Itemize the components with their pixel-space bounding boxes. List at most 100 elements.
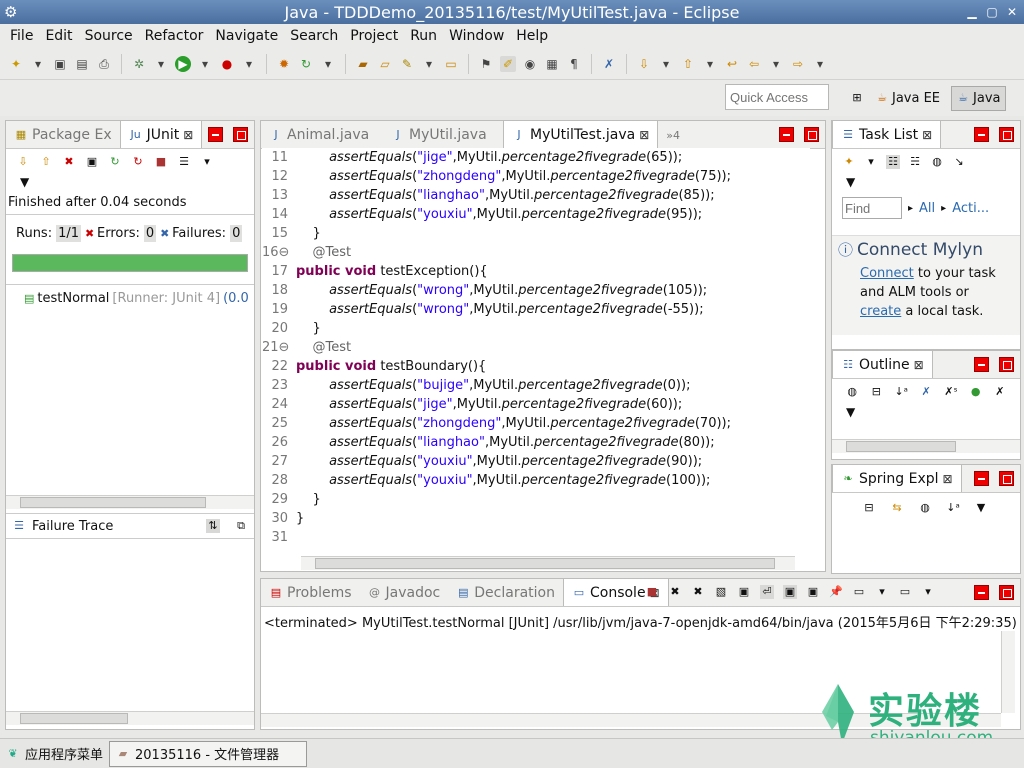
- collapse-icon[interactable]: ↘: [952, 155, 966, 169]
- open-console-icon[interactable]: ▭: [898, 585, 912, 599]
- more-tabs[interactable]: »4: [658, 122, 688, 148]
- open-perspective-icon[interactable]: ⊞: [850, 91, 864, 105]
- horizontal-scrollbar[interactable]: [6, 495, 254, 509]
- menu-help[interactable]: Help: [510, 28, 554, 44]
- minimize-view-icon[interactable]: [974, 585, 989, 600]
- search-icon[interactable]: ✎: [399, 56, 415, 72]
- folder-icon[interactable]: ▭: [443, 56, 459, 72]
- prev-annotation-icon[interactable]: ⇧: [680, 56, 696, 72]
- hide-local-types-icon[interactable]: ✗: [994, 385, 1006, 399]
- sort-icon[interactable]: ↓ᵃ: [894, 385, 908, 399]
- dropdown-icon[interactable]: ▾: [768, 56, 784, 72]
- scroll-lock-icon[interactable]: ▣: [85, 155, 99, 169]
- link-editor-icon[interactable]: ⇆: [890, 501, 904, 515]
- close-icon[interactable]: ⊠: [943, 472, 953, 486]
- dropdown-icon[interactable]: ▾: [200, 155, 214, 169]
- back-icon[interactable]: ⇦: [746, 56, 762, 72]
- dropdown-icon[interactable]: ▾: [241, 56, 257, 72]
- code-editor[interactable]: 11 assertEquals("jige" ,MyUtil. percentage…: [262, 148, 810, 554]
- minimize-view-icon[interactable]: [208, 127, 223, 142]
- horizontal-scrollbar[interactable]: [832, 439, 1020, 453]
- perspective-java-ee[interactable]: ☕ Java EE: [870, 86, 945, 111]
- print-icon[interactable]: ⎙: [96, 56, 112, 72]
- scroll-lock-icon[interactable]: ▣: [737, 585, 751, 599]
- block-icon[interactable]: ▦: [544, 56, 560, 72]
- annotation-icon[interactable]: ⚑: [478, 56, 494, 72]
- find-task-input[interactable]: [842, 197, 902, 219]
- horizontal-scrollbar[interactable]: [301, 556, 795, 570]
- minimize-view-icon[interactable]: [974, 471, 989, 486]
- tab-myutil-java[interactable]: J MyUtil.java: [383, 122, 503, 148]
- horizontal-scrollbar[interactable]: [6, 711, 254, 725]
- hide-static-icon[interactable]: ✗ˢ: [944, 385, 957, 399]
- view-menu-icon[interactable]: ▼: [6, 175, 254, 189]
- scheduled-icon[interactable]: ☵: [908, 155, 922, 169]
- menu-file[interactable]: File: [4, 28, 39, 44]
- menu-window[interactable]: Window: [443, 28, 510, 44]
- history-icon[interactable]: ☰: [177, 155, 191, 169]
- debug-icon[interactable]: ✲: [131, 56, 147, 72]
- rerun-failed-icon[interactable]: ↻: [131, 155, 145, 169]
- run-icon[interactable]: ▶: [175, 55, 191, 72]
- pin-console-icon[interactable]: 📌: [829, 585, 843, 599]
- rerun-icon[interactable]: ↻: [108, 155, 122, 169]
- maximize-view-icon[interactable]: [999, 471, 1014, 486]
- forward-icon[interactable]: ⇨: [790, 56, 806, 72]
- save-all-icon[interactable]: ▤: [74, 56, 90, 72]
- dropdown-icon[interactable]: ▾: [658, 56, 674, 72]
- compare-icon[interactable]: ⧉: [234, 519, 248, 533]
- tab-animal-java[interactable]: J Animal.java: [261, 122, 383, 148]
- maximize-view-icon[interactable]: [999, 127, 1014, 142]
- minimize-view-icon[interactable]: [974, 127, 989, 142]
- menu-project[interactable]: Project: [344, 28, 404, 44]
- dropdown-icon[interactable]: ▾: [30, 56, 46, 72]
- dropdown-icon[interactable]: ▾: [421, 56, 437, 72]
- show-stderr-icon[interactable]: ▣: [806, 585, 820, 599]
- hide-fields-icon[interactable]: ✗: [920, 385, 932, 399]
- tab-task-list[interactable]: ☰ Task List ⊠: [832, 120, 942, 148]
- close-icon[interactable]: ✕: [1004, 4, 1020, 20]
- menu-run[interactable]: Run: [404, 28, 443, 44]
- menu-refactor[interactable]: Refactor: [139, 28, 210, 44]
- save-icon[interactable]: ▣: [52, 56, 68, 72]
- collapse-all-icon[interactable]: ⊟: [870, 385, 882, 399]
- tab-javadoc[interactable]: @ Javadoc: [360, 580, 449, 606]
- categorized-icon[interactable]: ☷: [886, 155, 900, 169]
- dropdown-icon[interactable]: ▾: [875, 585, 889, 599]
- stop-icon[interactable]: ■: [154, 155, 168, 169]
- occurrences-icon[interactable]: ◉: [522, 56, 538, 72]
- minimize-view-icon[interactable]: [779, 127, 794, 142]
- tab-package-explorer[interactable]: ▦ Package Ex: [6, 122, 120, 148]
- dropdown-icon[interactable]: ▾: [921, 585, 935, 599]
- test-tree-item[interactable]: ▤ testNormal [Runner: JUnit 4] (0.0: [6, 284, 254, 312]
- remove-launch-icon[interactable]: ✖: [668, 585, 682, 599]
- quick-access-input[interactable]: [725, 84, 829, 110]
- menu-navigate[interactable]: Navigate: [209, 28, 284, 44]
- collapse-all-icon[interactable]: ⊟: [862, 501, 876, 515]
- menu-source[interactable]: Source: [79, 28, 139, 44]
- create-link[interactable]: create: [860, 304, 901, 319]
- dropdown-icon[interactable]: ▾: [702, 56, 718, 72]
- close-icon[interactable]: ⊠: [639, 128, 649, 142]
- word-wrap-icon[interactable]: ⏎: [760, 585, 774, 599]
- display-console-icon[interactable]: ▭: [852, 585, 866, 599]
- focus-icon[interactable]: ◍: [846, 385, 858, 399]
- tab-spring-explorer[interactable]: ❧ Spring Expl ⊠: [832, 464, 962, 492]
- perspective-java[interactable]: ☕ Java: [951, 85, 1006, 111]
- remove-all-icon[interactable]: ✖: [691, 585, 705, 599]
- filter-trace-icon[interactable]: ⇅: [206, 519, 220, 533]
- dropdown-icon[interactable]: ▾: [153, 56, 169, 72]
- maximize-view-icon[interactable]: [999, 585, 1014, 600]
- close-icon[interactable]: ⊠: [183, 128, 193, 142]
- last-edit-icon[interactable]: ↩: [724, 56, 740, 72]
- close-icon[interactable]: ⊠: [922, 128, 932, 142]
- focus-icon[interactable]: ◍: [930, 155, 944, 169]
- new-server-icon[interactable]: ✹: [276, 56, 292, 72]
- refresh-icon[interactable]: ↻: [298, 56, 314, 72]
- paragraph-icon[interactable]: ¶: [566, 56, 582, 72]
- pin-icon[interactable]: ✗: [601, 56, 617, 72]
- minimize-icon[interactable]: ▁: [964, 4, 980, 20]
- maximize-view-icon[interactable]: [233, 127, 248, 142]
- sort-icon[interactable]: ↓ᵃ: [946, 501, 960, 515]
- dropdown-icon[interactable]: ▾: [812, 56, 828, 72]
